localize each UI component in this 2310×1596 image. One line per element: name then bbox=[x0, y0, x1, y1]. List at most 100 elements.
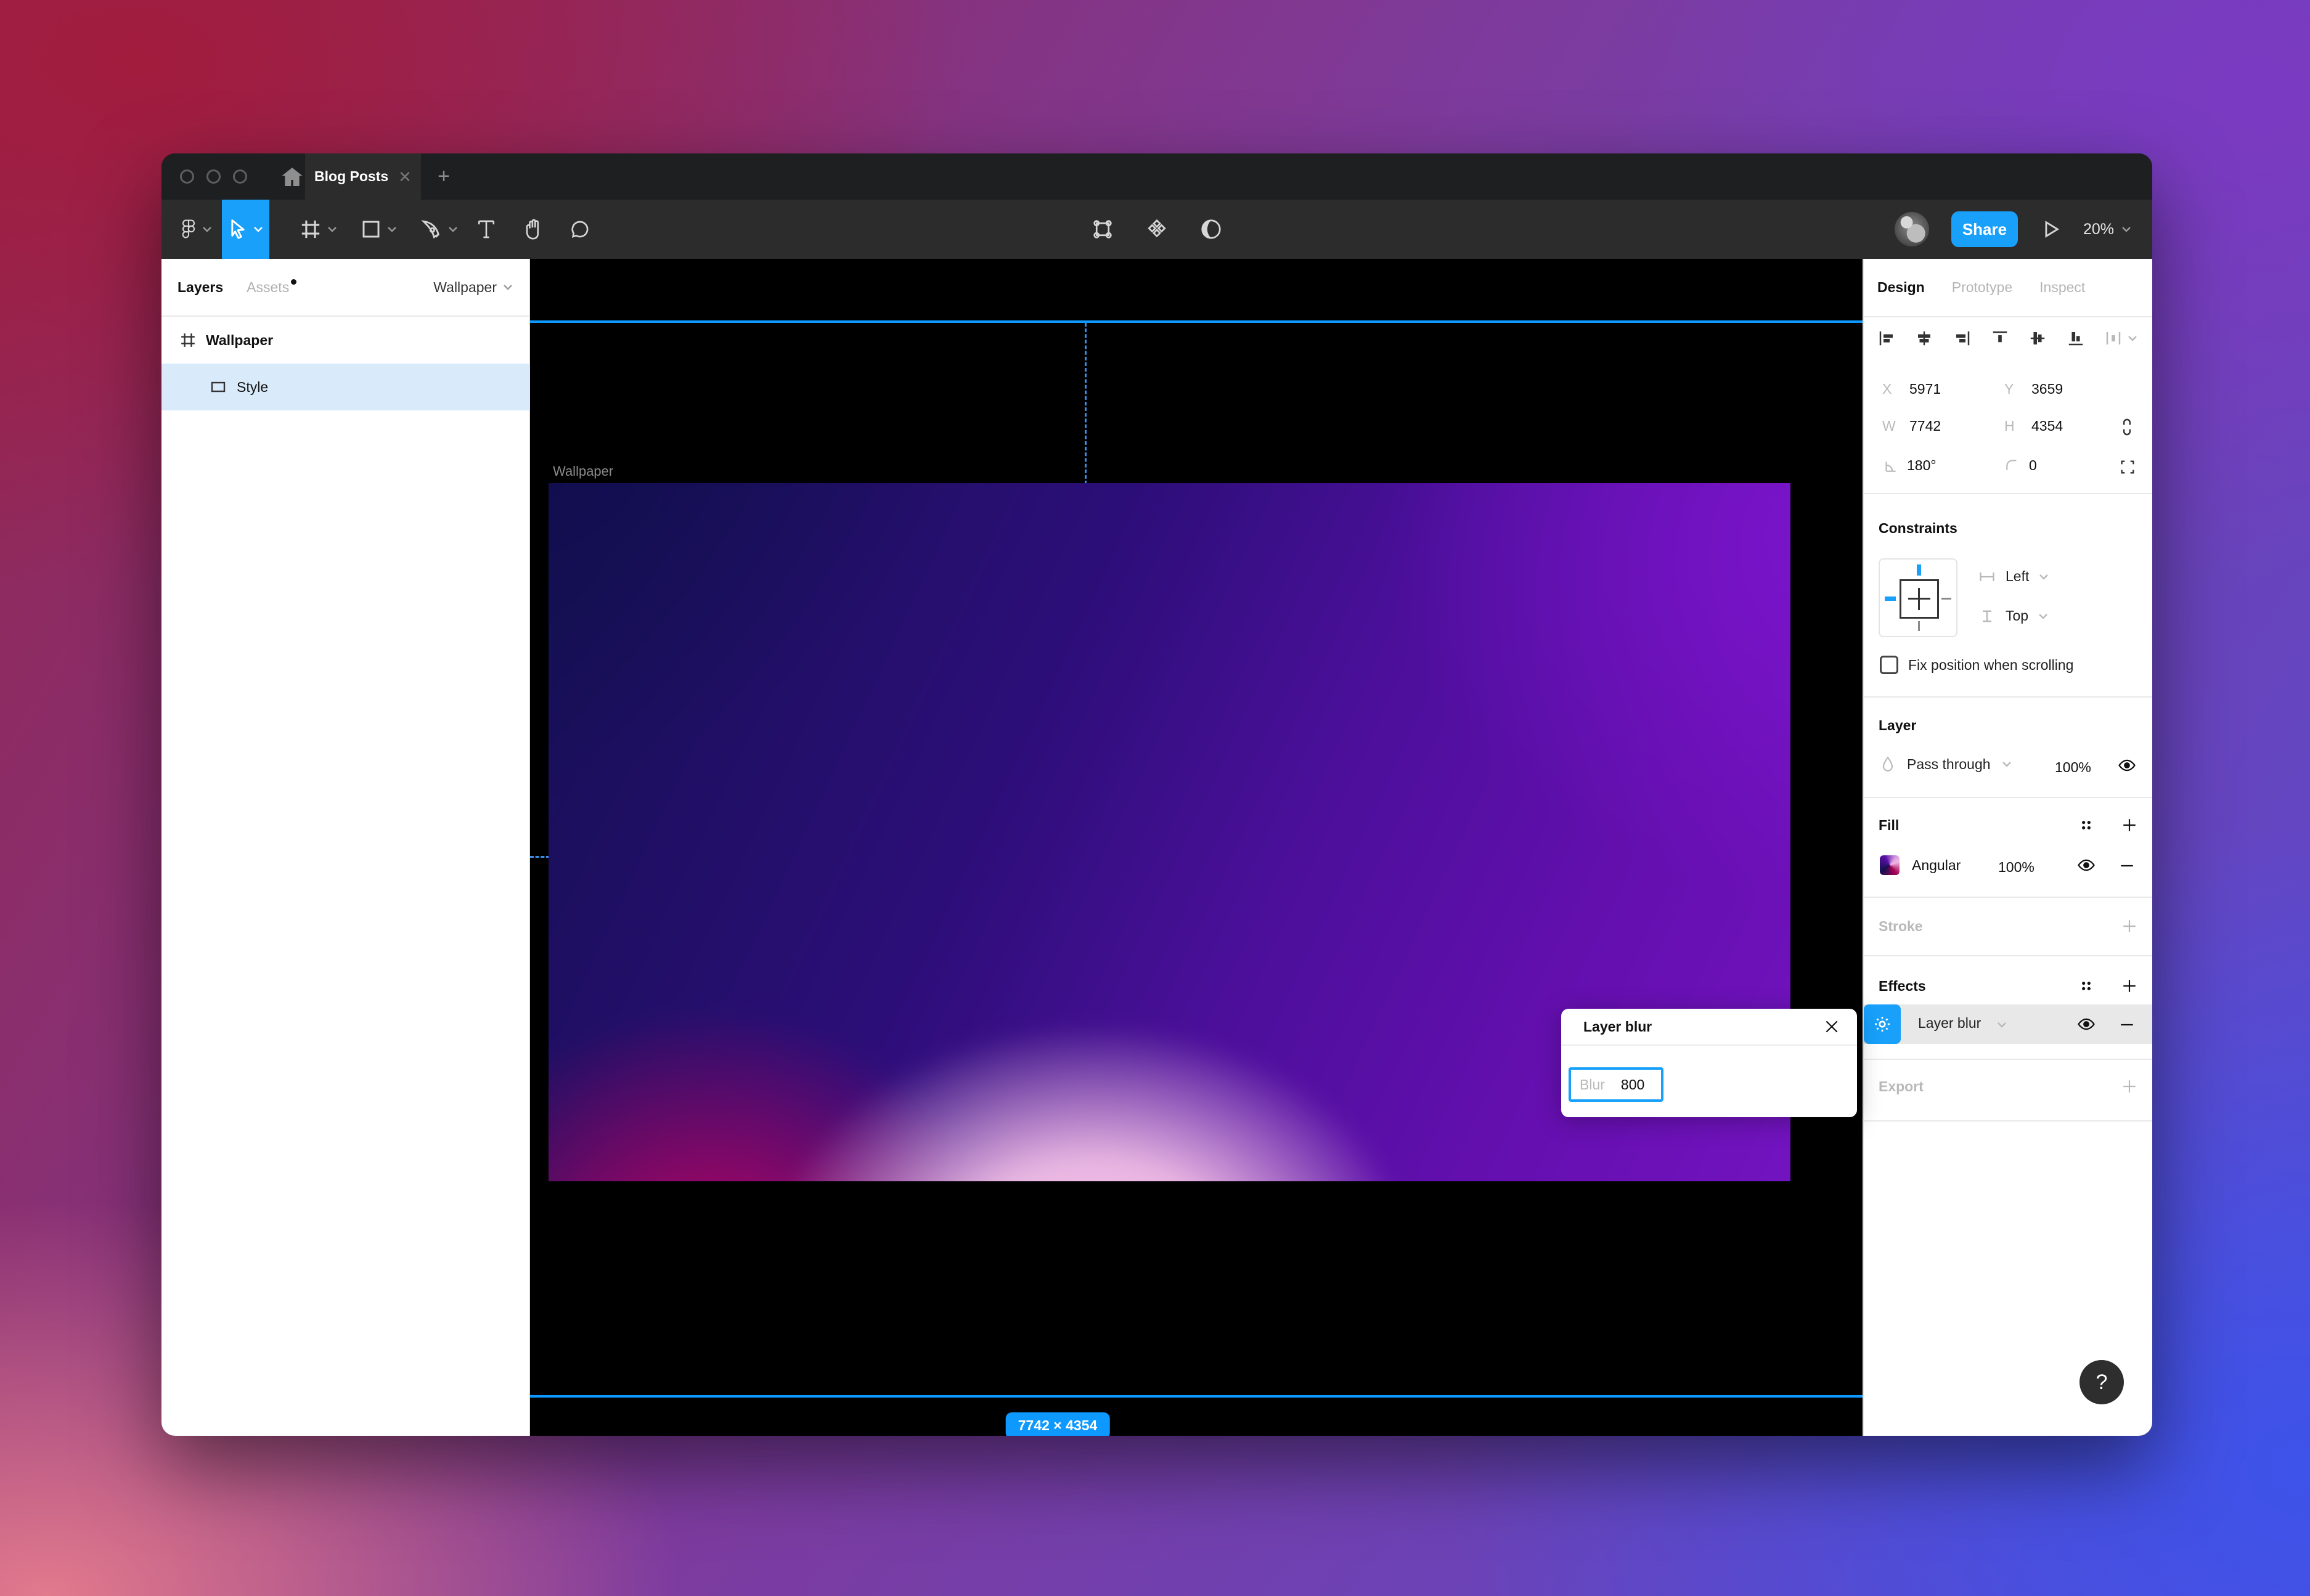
comment-tool-button[interactable] bbox=[558, 200, 602, 259]
layer-blur-popup: Layer blur Blur 800 bbox=[1561, 1009, 1857, 1117]
constraints-widget[interactable] bbox=[1879, 558, 1957, 637]
divider bbox=[1864, 955, 2152, 956]
traffic-lights bbox=[180, 153, 247, 200]
fix-position-checkbox[interactable] bbox=[1880, 656, 1898, 674]
popup-header[interactable]: Layer blur bbox=[1561, 1009, 1857, 1046]
figma-window: Blog Posts ✕ + bbox=[161, 153, 2152, 1436]
share-button[interactable]: Share bbox=[1951, 211, 2018, 247]
rectangle-layer-icon bbox=[211, 381, 226, 393]
frame-tool-button[interactable] bbox=[288, 200, 349, 259]
main-menu-button[interactable] bbox=[171, 200, 222, 259]
avatar[interactable] bbox=[1895, 212, 1929, 246]
add-effect-icon[interactable] bbox=[2121, 978, 2137, 994]
horizontal-constraint-icon bbox=[1978, 570, 1996, 584]
tab-design[interactable]: Design bbox=[1877, 279, 1925, 296]
canvas[interactable]: Wallpaper 7742 × 4354 bbox=[530, 259, 1863, 1436]
corner-radius-field[interactable]: 0 bbox=[2004, 457, 2037, 474]
distribute-menu[interactable] bbox=[2104, 329, 2137, 348]
home-icon[interactable] bbox=[277, 162, 307, 192]
layer-opacity[interactable]: 100% bbox=[2055, 759, 2091, 776]
close-icon[interactable] bbox=[1824, 1019, 1840, 1035]
constrain-proportions-icon[interactable] bbox=[2118, 417, 2136, 438]
eye-icon[interactable] bbox=[2077, 1017, 2096, 1032]
blur-input[interactable]: Blur 800 bbox=[1569, 1067, 1663, 1102]
width-field[interactable]: W 7742 bbox=[1882, 418, 1941, 434]
divider bbox=[1864, 797, 2152, 798]
edit-object-icon[interactable] bbox=[1092, 218, 1114, 240]
x-field[interactable]: X 5971 bbox=[1882, 381, 1941, 397]
minimize-window-button[interactable] bbox=[206, 169, 221, 184]
blend-mode-row[interactable]: Pass through bbox=[1880, 755, 2012, 773]
present-icon[interactable] bbox=[2040, 219, 2061, 240]
styles-icon[interactable] bbox=[2078, 978, 2094, 994]
effect-name: Layer blur bbox=[1918, 1015, 1981, 1032]
effect-row-layer-blur[interactable]: Layer blur bbox=[1864, 1004, 2152, 1044]
height-field[interactable]: H 4354 bbox=[2004, 418, 2063, 434]
constraint-bottom[interactable] bbox=[1918, 621, 1920, 631]
shape-tool-button[interactable] bbox=[349, 200, 409, 259]
chevron-down-icon bbox=[448, 226, 458, 232]
text-tool-button[interactable] bbox=[465, 200, 508, 259]
y-field[interactable]: Y 3659 bbox=[2004, 381, 2063, 397]
align-horizontal-center-icon[interactable] bbox=[1915, 329, 1933, 348]
eye-icon[interactable] bbox=[2118, 758, 2136, 773]
effect-settings-button[interactable] bbox=[1864, 1004, 1901, 1044]
horizontal-constraint-select[interactable]: Left bbox=[1978, 568, 2049, 585]
move-tool-button[interactable] bbox=[222, 200, 269, 259]
popup-title: Layer blur bbox=[1583, 1019, 1652, 1035]
layer-row-style[interactable]: Style bbox=[161, 364, 529, 410]
tab-assets[interactable]: Assets bbox=[247, 279, 289, 296]
frame-label[interactable]: Wallpaper bbox=[553, 463, 613, 479]
tab-close-icon[interactable]: ✕ bbox=[398, 169, 412, 185]
align-top-icon[interactable] bbox=[1991, 329, 2009, 348]
fix-position-row[interactable]: Fix position when scrolling bbox=[1880, 656, 2073, 674]
remove-effect-icon[interactable] bbox=[2119, 1017, 2135, 1033]
zoom-menu[interactable]: 20% bbox=[2083, 221, 2131, 238]
page-selector[interactable]: Wallpaper bbox=[433, 279, 513, 296]
zoom-window-button[interactable] bbox=[233, 169, 247, 184]
align-bottom-icon[interactable] bbox=[2067, 329, 2085, 348]
create-component-icon[interactable] bbox=[1146, 218, 1168, 240]
rotation-field[interactable]: 180° bbox=[1882, 457, 1937, 474]
align-vertical-center-icon[interactable] bbox=[2028, 329, 2047, 348]
remove-fill-icon[interactable] bbox=[2119, 858, 2135, 874]
styles-icon[interactable] bbox=[2078, 817, 2094, 833]
constraint-left-active[interactable] bbox=[1885, 596, 1896, 601]
tab-inspect[interactable]: Inspect bbox=[2039, 279, 2085, 296]
pen-tool-button[interactable] bbox=[409, 200, 470, 259]
tab-prototype[interactable]: Prototype bbox=[1952, 279, 2012, 296]
constraint-right[interactable] bbox=[1941, 598, 1951, 600]
align-right-icon[interactable] bbox=[1953, 329, 1972, 348]
tab-blog-posts[interactable]: Blog Posts ✕ bbox=[305, 153, 421, 200]
selection-edge-top bbox=[530, 320, 1863, 323]
constraint-top-active[interactable] bbox=[1917, 564, 1921, 576]
tab-layers[interactable]: Layers bbox=[178, 279, 223, 296]
hand-tool-button[interactable] bbox=[512, 200, 555, 259]
gradient-swatch[interactable] bbox=[1880, 855, 1900, 875]
distribute-icon bbox=[2104, 329, 2123, 348]
divider bbox=[1864, 493, 2152, 494]
eye-icon[interactable] bbox=[2077, 858, 2096, 873]
vertical-constraint-select[interactable]: Top bbox=[1978, 608, 2048, 624]
help-button[interactable]: ? bbox=[2079, 1360, 2124, 1404]
align-left-icon[interactable] bbox=[1877, 329, 1896, 348]
fill-row[interactable]: Angular bbox=[1880, 855, 1961, 875]
add-fill-icon[interactable] bbox=[2121, 817, 2137, 833]
chevron-down-icon bbox=[2002, 761, 2012, 767]
inspector-tabs: Design Prototype Inspect bbox=[1864, 259, 2152, 317]
layer-section-title: Layer bbox=[1879, 717, 1916, 734]
independent-corners-icon[interactable] bbox=[2119, 458, 2136, 476]
text-icon bbox=[476, 219, 496, 240]
corner-radius-icon bbox=[2004, 458, 2020, 474]
chevron-down-icon bbox=[327, 226, 337, 232]
rotation-icon bbox=[1882, 458, 1898, 474]
chevron-down-icon bbox=[1997, 1022, 2007, 1028]
mask-icon[interactable] bbox=[1200, 218, 1222, 240]
layer-row-wallpaper[interactable]: Wallpaper bbox=[161, 317, 529, 364]
new-tab-button[interactable]: + bbox=[425, 153, 462, 200]
add-stroke-icon[interactable] bbox=[2121, 918, 2137, 934]
fill-opacity[interactable]: 100% bbox=[1998, 859, 2035, 876]
add-export-icon[interactable] bbox=[2121, 1078, 2137, 1094]
close-window-button[interactable] bbox=[180, 169, 194, 184]
layers-panel-header: Layers Assets Wallpaper bbox=[161, 259, 529, 317]
